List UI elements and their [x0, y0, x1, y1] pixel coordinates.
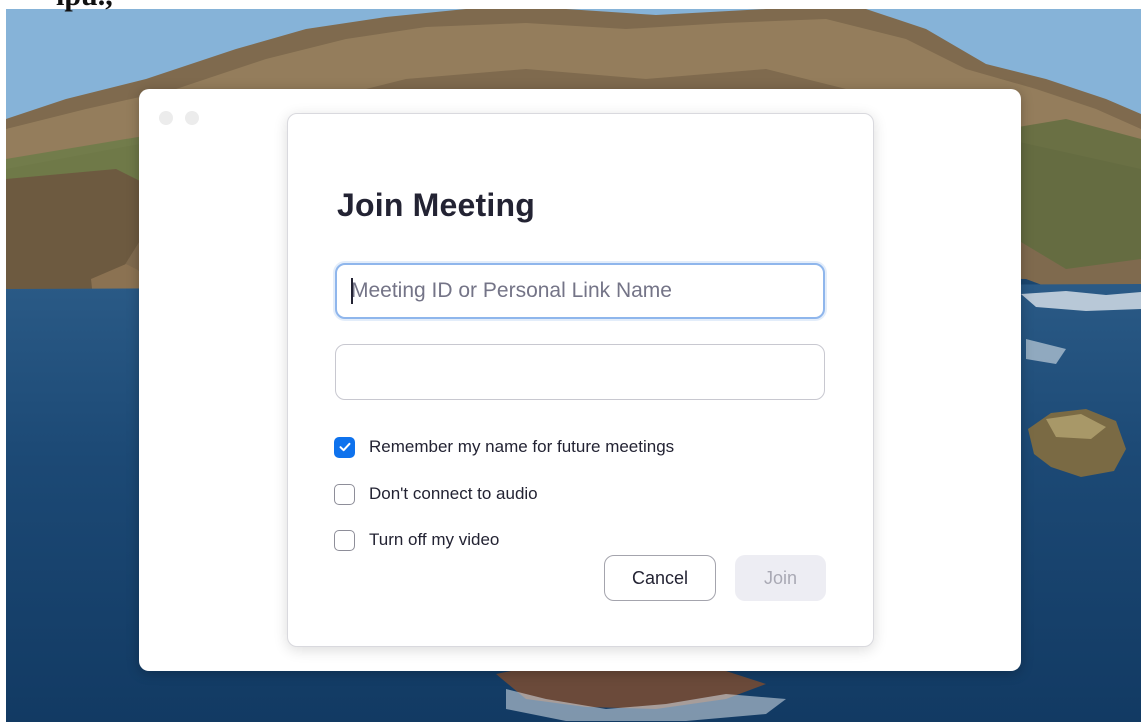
window-close-icon[interactable]: [159, 111, 173, 125]
display-name-input[interactable]: [335, 344, 825, 400]
zoom-app-window: Join Meeting Remember my name for future…: [139, 89, 1021, 671]
cancel-button[interactable]: Cancel: [604, 555, 716, 601]
remember-name-label: Remember my name for future meetings: [369, 437, 675, 456]
video-off-label: Turn off my video: [369, 530, 500, 549]
meeting-id-input[interactable]: [335, 263, 825, 319]
window-minimize-icon[interactable]: [185, 111, 199, 125]
join-meeting-dialog: Join Meeting Remember my name for future…: [287, 113, 874, 647]
no-audio-label: Don't connect to audio: [369, 484, 538, 503]
option-no-audio[interactable]: Don't connect to audio: [334, 482, 538, 506]
no-audio-checkbox[interactable]: [334, 483, 355, 505]
screen: ipu.,: [0, 0, 1141, 722]
text-cursor: [351, 278, 353, 304]
checkmark-icon: [339, 442, 350, 452]
video-off-checkbox[interactable]: [334, 529, 355, 551]
join-button[interactable]: Join: [735, 555, 826, 601]
remember-name-checkbox[interactable]: [334, 436, 355, 458]
cropped-header-text: ipu.,: [56, 0, 113, 12]
option-remember-name[interactable]: Remember my name for future meetings: [334, 435, 674, 459]
dialog-title: Join Meeting: [337, 187, 535, 223]
option-video-off[interactable]: Turn off my video: [334, 528, 499, 552]
